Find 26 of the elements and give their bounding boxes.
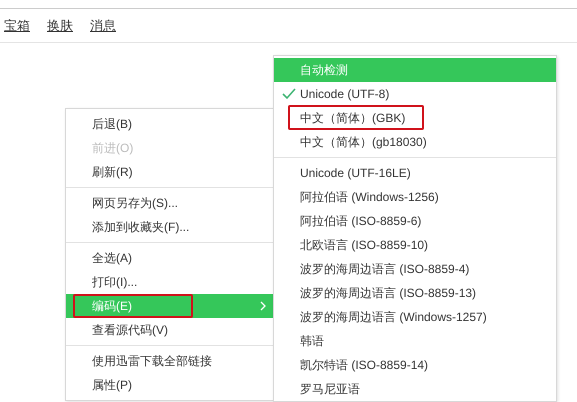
menu-item[interactable]: 属性(P): [66, 373, 274, 397]
menu-item[interactable]: Unicode (UTF-16LE): [274, 161, 556, 185]
menu-item[interactable]: 添加到收藏夹(F)...: [66, 215, 274, 239]
chevron-right-icon: [260, 301, 266, 311]
menu-item[interactable]: 波罗的海周边语言 (ISO-8859-13): [274, 281, 556, 305]
menu-item[interactable]: 北欧语言 (ISO-8859-10): [274, 233, 556, 257]
menu-item[interactable]: 中文（简体）(gb18030): [274, 130, 556, 154]
menu-item[interactable]: 后退(B): [66, 112, 274, 136]
menu-item[interactable]: 全选(A): [66, 246, 274, 270]
menu-item[interactable]: 波罗的海周边语言 (Windows-1257): [274, 305, 556, 329]
menu-item[interactable]: 查看源代码(V): [66, 318, 274, 342]
menu-item[interactable]: 韩语: [274, 329, 556, 353]
menu-bar-item[interactable]: 换肤: [47, 16, 73, 34]
menu-item[interactable]: 阿拉伯语 (ISO-8859-6): [274, 209, 556, 233]
menu-bar-item[interactable]: 消息: [90, 16, 116, 34]
menu-item[interactable]: 网页另存为(S)...: [66, 191, 274, 215]
menu-item[interactable]: 使用迅雷下载全部链接: [66, 349, 274, 373]
menu-item[interactable]: 刷新(R): [66, 160, 274, 184]
menu-bar-item[interactable]: 宝箱: [4, 16, 30, 34]
menu-item[interactable]: 中文（简体）(GBK): [274, 106, 556, 130]
menu-item[interactable]: 凯尔特语 (ISO-8859-14): [274, 353, 556, 377]
menu-item[interactable]: Unicode (UTF-8): [274, 82, 556, 106]
menu-item[interactable]: 罗马尼亚语: [274, 377, 556, 401]
menu-item[interactable]: 波罗的海周边语言 (ISO-8859-4): [274, 257, 556, 281]
menu-item[interactable]: 阿拉伯语 (Windows-1256): [274, 185, 556, 209]
menu-item[interactable]: 打印(I)...: [66, 270, 274, 294]
